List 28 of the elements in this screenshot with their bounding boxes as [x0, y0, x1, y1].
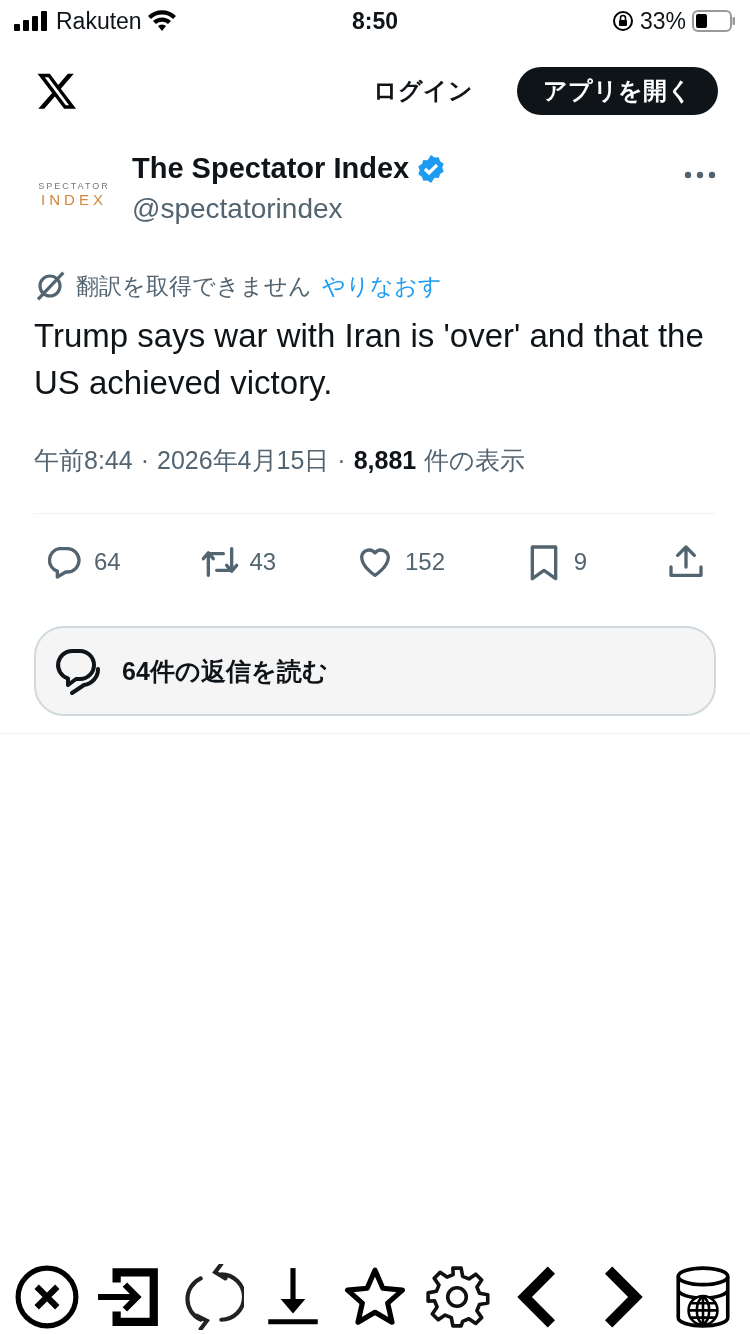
- rotation-lock-icon: [611, 10, 634, 32]
- post-date[interactable]: 2026年4月15日: [157, 444, 330, 477]
- separator-dot: ·: [140, 446, 149, 475]
- clock-time: 8:50: [352, 7, 399, 35]
- action-count: 152: [405, 548, 446, 576]
- account-name[interactable]: The Spectator Index: [132, 152, 410, 185]
- post-time[interactable]: 午前8:44: [34, 444, 133, 477]
- views-label: 件の表示: [424, 445, 526, 476]
- battery-percent: 33%: [639, 7, 686, 35]
- action-count: 9: [573, 548, 588, 576]
- action-count: 43: [249, 548, 277, 576]
- view-count: 8,881: [353, 446, 417, 475]
- wifi-icon: [147, 10, 176, 32]
- action-count: 64: [94, 548, 121, 576]
- translate-off-icon: [34, 270, 66, 302]
- login-link[interactable]: ログイン: [373, 75, 473, 107]
- close-icon[interactable]: [14, 1264, 80, 1330]
- carrier-name: Rakuten: [56, 7, 142, 35]
- tweet-text: Trump says war with Iran is 'over' and that the US achieved victory.: [34, 316, 705, 403]
- battery-icon: [692, 10, 736, 32]
- more-options-icon[interactable]: [684, 170, 716, 180]
- read-replies-button[interactable]: 64件の返信を読む: [34, 626, 716, 716]
- signal-icon: [14, 11, 50, 31]
- separator-dot: ·: [337, 446, 346, 475]
- settings-icon[interactable]: [424, 1264, 490, 1330]
- open-app-button[interactable]: アプリを開く: [517, 67, 718, 115]
- translation-error: 翻訳を取得できません: [76, 271, 312, 301]
- account-handle[interactable]: @spectatorindex: [132, 193, 666, 225]
